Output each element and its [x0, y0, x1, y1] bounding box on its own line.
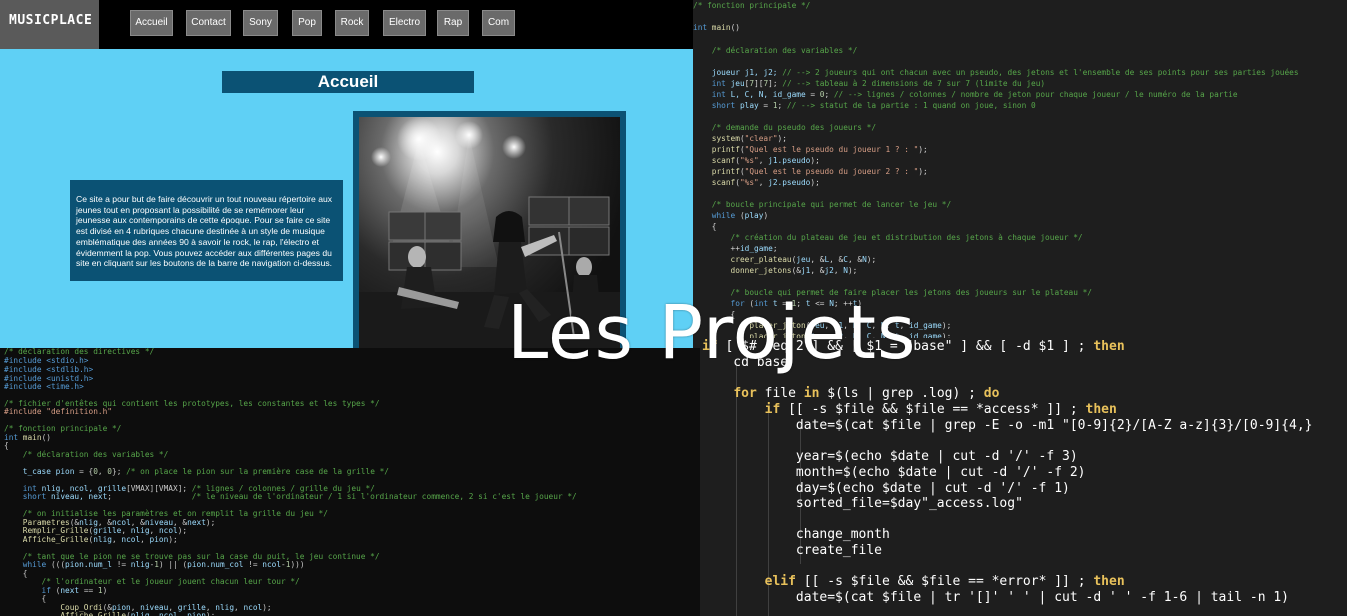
code-line: /* fonction principale */ — [693, 1, 811, 10]
code-line: /* déclaration des variables */ — [693, 46, 858, 55]
code-line: Affiche_Grille(nlig, ncol, pion); — [4, 611, 216, 616]
code-line: while (play) — [693, 211, 769, 220]
code-line: t_case pion = {0, 0}; /* on place le pio… — [4, 467, 389, 476]
code-line: int main() — [693, 23, 740, 32]
code-line: int L, C, N, id_game = 0; // --> lignes … — [693, 90, 1238, 99]
code-line: int jeu[7][7]; // --> tableau à 2 dimens… — [693, 79, 1046, 88]
code-line: short niveau, next; /* le niveau de l'or… — [4, 492, 577, 501]
code-line: scanf("%s", j1.pseudo); — [693, 156, 820, 165]
site-logo[interactable]: MUSICPLACE — [0, 0, 99, 49]
intro-text: Ce site a pour but de faire découvrir un… — [70, 180, 343, 281]
code-line: scanf("%s", j2.pseudo); — [693, 178, 820, 187]
code-line: month=$(echo $date | cut -d '/' -f 2) — [702, 465, 1086, 480]
code-line: while (((pion.num_l != nlig-1) || (pion.… — [4, 560, 305, 569]
code-line: create_file — [702, 543, 883, 558]
code-line: day=$(echo $date | cut -d '/' -f 1) — [702, 481, 1070, 496]
code-line: /* création du plateau de jeu et distrib… — [693, 233, 1083, 242]
code-line: year=$(echo $date | cut -d '/' -f 3) — [702, 449, 1078, 464]
code-line: date=$(cat $file | tr '[]' ' ' | cut -d … — [702, 590, 1289, 605]
code-line: #include <time.h> — [4, 382, 84, 391]
code-line: creer_plateau(jeu, &L, &C, &N); — [693, 255, 877, 264]
code-line: #include "definition.h" — [4, 407, 112, 416]
code-line: /* demande du pseudo des joueurs */ — [693, 123, 877, 132]
page-title: Accueil — [222, 71, 474, 93]
site-navbar: MUSICPLACE Accueil Contact Sony Pop Rock… — [0, 0, 693, 49]
code-line: sorted_file=$day"_access.log" — [702, 496, 1023, 511]
code-line: joueur j1, j2; // --> 2 joueurs qui ont … — [693, 68, 1299, 77]
code-line: printf("Quel est le pseudo du joueur 2 ?… — [693, 167, 928, 176]
nav-electro[interactable]: Electro — [383, 10, 426, 36]
nav-rap[interactable]: Rap — [437, 10, 469, 36]
code-line: elif [[ -s $file && $file == *error* ]] … — [764, 574, 1125, 589]
code-line: printf("Quel est le pseudo du joueur 1 ?… — [693, 145, 928, 154]
code-line: system("clear"); — [693, 134, 787, 143]
nav-sony[interactable]: Sony — [243, 10, 278, 36]
nav-accueil[interactable]: Accueil — [130, 10, 173, 36]
code-line: /* boucle principale qui permet de lance… — [693, 200, 952, 209]
code-line: /* déclaration des variables */ — [4, 450, 169, 459]
code-line: date=$(cat $file | grep -E -o -m1 "[0-9]… — [702, 418, 1313, 433]
code-line: change_month — [702, 527, 890, 542]
nav-contact[interactable]: Contact — [186, 10, 231, 36]
nav-rock[interactable]: Rock — [335, 10, 369, 36]
code-line: short play = 1; // --> statut de la part… — [693, 101, 1036, 110]
code-line: Affiche_Grille(nlig, ncol, pion); — [4, 535, 178, 544]
code-line: if [[ -s $file && $file == *access* ]] ;… — [764, 402, 1117, 417]
projects-title: Les Projets — [507, 290, 917, 376]
code-line: int main() — [4, 433, 51, 442]
nav-pop[interactable]: Pop — [292, 10, 322, 36]
code-line: ++id_game; — [693, 244, 778, 253]
nav-com[interactable]: Com — [482, 10, 515, 36]
code-line: donner_jetons(&j1, &j2, N); — [693, 266, 858, 275]
code-line: { — [693, 222, 717, 231]
code-line: for file in $(ls | grep .log) ; do — [733, 386, 1000, 401]
code-editor-game-c: /* déclaration des directives */ #includ… — [0, 348, 700, 616]
